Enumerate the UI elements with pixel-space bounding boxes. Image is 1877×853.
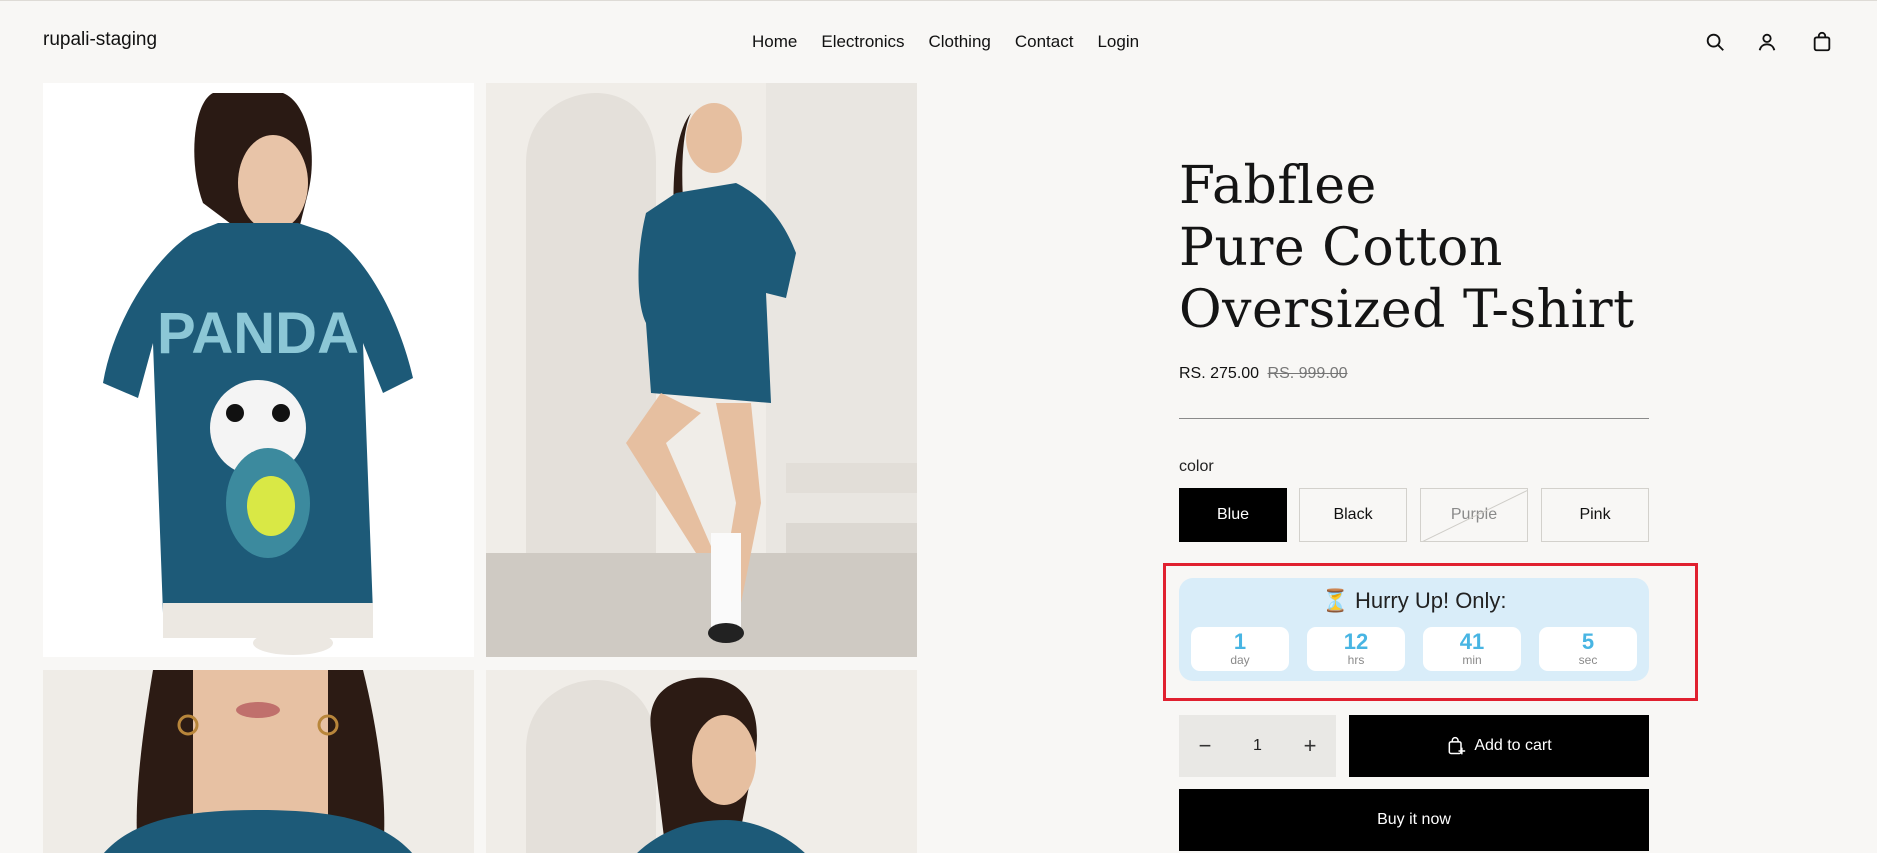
brand-logo[interactable]: rupali-staging <box>43 29 157 51</box>
color-options: Blue Black Purple Pink <box>1179 488 1649 542</box>
countdown-title: ⏳ Hurry Up! Only: <box>1321 588 1507 613</box>
cart-bag-icon[interactable] <box>1809 29 1835 55</box>
product-title-line-2: Pure Cotton <box>1179 218 1503 278</box>
countdown-timer: ⏳ Hurry Up! Only: 1 day 12 hrs 41 min 5 … <box>1179 578 1649 681</box>
buy-it-now-button[interactable]: Buy it now <box>1179 789 1649 851</box>
countdown-minutes-value: 41 <box>1459 629 1485 654</box>
account-icon[interactable] <box>1754 29 1780 55</box>
site-header: rupali-staging Home Electronics Clothing… <box>0 1 1877 83</box>
nav-clothing[interactable]: Clothing <box>929 32 991 52</box>
countdown-hours-label: hrs <box>1347 653 1365 667</box>
price-divider <box>1179 418 1649 419</box>
countdown-days-value: 1 <box>1233 629 1247 654</box>
color-option-label: color <box>1179 458 1214 475</box>
product-title-line-1: Fabflee <box>1179 156 1377 216</box>
nav-electronics[interactable]: Electronics <box>821 32 904 52</box>
nav-home[interactable]: Home <box>752 32 797 52</box>
product-title: Fabflee Pure Cotton Oversized T-shirt <box>1179 155 1739 341</box>
countdown-days: 1 day <box>1191 627 1289 671</box>
sale-price: RS. 275.00 <box>1179 365 1260 382</box>
product-image-portrait[interactable] <box>486 670 917 853</box>
color-option-purple[interactable]: Purple <box>1420 488 1528 542</box>
countdown-minutes-label: min <box>1462 653 1482 667</box>
product-image-back-view[interactable]: PANDA <box>43 83 474 657</box>
countdown-seconds-value: 5 <box>1581 629 1595 654</box>
main-nav: Home Electronics Clothing Contact Login <box>752 32 1139 52</box>
svg-text:PANDA: PANDA <box>157 301 359 366</box>
add-to-cart-button[interactable]: Add to cart <box>1349 715 1649 777</box>
countdown-hours: 12 hrs <box>1307 627 1405 671</box>
quantity-increase-button[interactable]: + <box>1284 715 1336 777</box>
nav-login[interactable]: Login <box>1097 32 1139 52</box>
countdown-seconds-label: sec <box>1578 653 1598 667</box>
nav-contact[interactable]: Contact <box>1015 32 1074 52</box>
add-to-cart-bag-icon <box>1448 736 1466 755</box>
product-title-line-3: Oversized T-shirt <box>1179 280 1635 340</box>
quantity-input[interactable]: 1 <box>1231 715 1284 777</box>
quantity-stepper: − 1 + <box>1179 715 1336 777</box>
countdown-days-label: day <box>1230 653 1250 667</box>
color-option-black[interactable]: Black <box>1299 488 1407 542</box>
countdown-minutes: 41 min <box>1423 627 1521 671</box>
quantity-decrease-button[interactable]: − <box>1179 715 1231 777</box>
countdown-seconds: 5 sec <box>1539 627 1637 671</box>
product-image-side-pose[interactable] <box>486 83 917 657</box>
color-option-pink[interactable]: Pink <box>1541 488 1649 542</box>
product-image-front-closeup[interactable] <box>43 670 474 853</box>
countdown-hours-value: 12 <box>1343 629 1369 654</box>
product-price: RS. 275.00 RS. 999.00 <box>1179 365 1348 383</box>
compare-at-price: RS. 999.00 <box>1267 365 1348 382</box>
search-icon[interactable] <box>1702 29 1728 55</box>
color-option-blue[interactable]: Blue <box>1179 488 1287 542</box>
add-to-cart-label: Add to cart <box>1474 737 1552 754</box>
